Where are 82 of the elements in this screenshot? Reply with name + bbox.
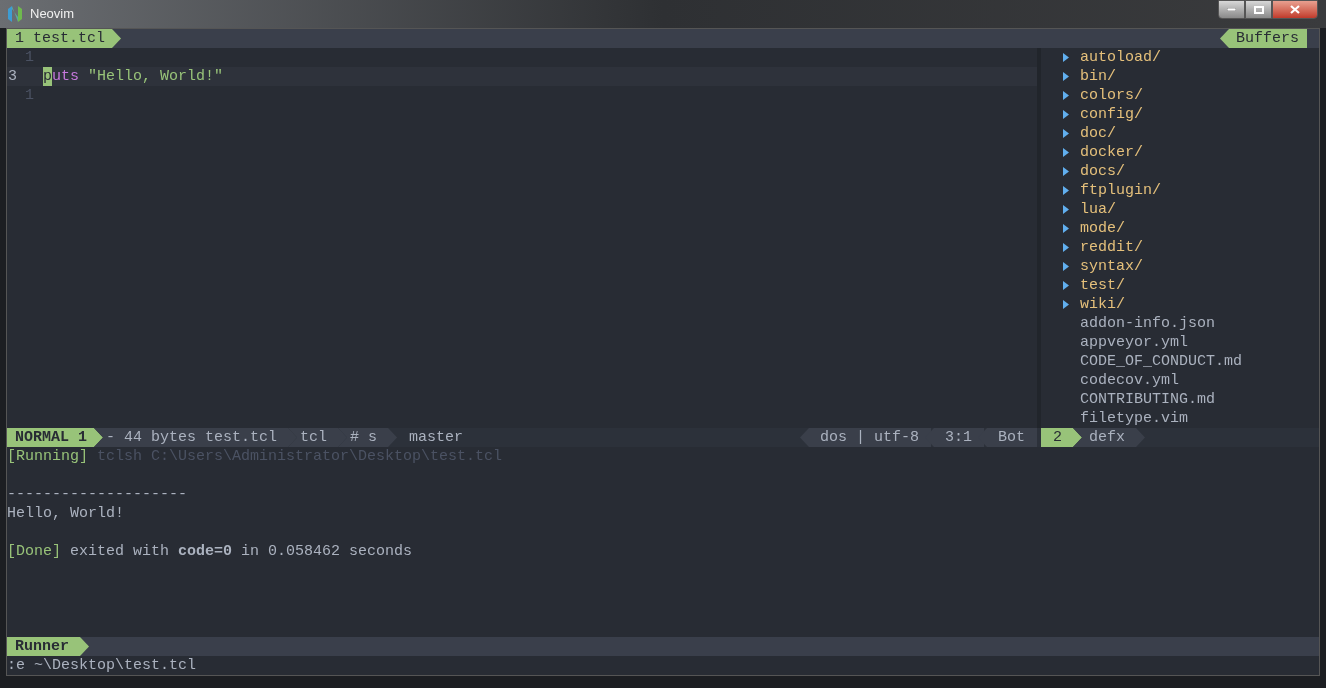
mode-indicator: NORMAL 1 — [7, 428, 103, 447]
tree-item[interactable]: ftplugin/ — [1063, 181, 1319, 200]
folder-name: wiki/ — [1080, 295, 1125, 314]
folder-arrow-icon — [1063, 262, 1069, 271]
tree-item[interactable]: wiki/ — [1063, 295, 1319, 314]
tree-item[interactable]: syntax/ — [1063, 257, 1319, 276]
status-segment: defx — [1073, 428, 1146, 447]
folder-name: autoload/ — [1080, 48, 1161, 67]
tree-item[interactable]: filetype.vim — [1063, 409, 1319, 428]
tree-item[interactable]: docs/ — [1063, 162, 1319, 181]
folder-arrow-icon — [1063, 243, 1069, 252]
minimize-button[interactable] — [1218, 0, 1245, 19]
file-name: filetype.vim — [1080, 409, 1189, 428]
maximize-button[interactable] — [1245, 0, 1272, 19]
folder-name: syntax/ — [1080, 257, 1143, 276]
folder-name: colors/ — [1080, 86, 1143, 105]
folder-name: docker/ — [1080, 143, 1143, 162]
tree-item[interactable]: appveyor.yml — [1063, 333, 1319, 352]
file-name: codecov.yml — [1080, 371, 1180, 390]
tree-item[interactable]: test/ — [1063, 276, 1319, 295]
folder-name: ftplugin/ — [1080, 181, 1161, 200]
tree-item[interactable]: config/ — [1063, 105, 1319, 124]
tree-item[interactable]: CODE_OF_CONDUCT.md — [1063, 352, 1319, 371]
folder-name: doc/ — [1080, 124, 1116, 143]
runner-label: Runner — [7, 637, 89, 656]
status-segment: # s — [338, 428, 398, 447]
command-line[interactable]: :e ~\Desktop\test.tcl — [7, 656, 1319, 675]
folder-arrow-icon — [1063, 224, 1069, 233]
output-text: -------------------- — [7, 485, 188, 504]
status-segment: dos | utf-8 — [799, 428, 931, 447]
code-token: uts — [52, 67, 80, 86]
folder-name: config/ — [1080, 105, 1143, 124]
tree-item[interactable]: doc/ — [1063, 124, 1319, 143]
file-name: CODE_OF_CONDUCT.md — [1080, 352, 1243, 371]
folder-name: test/ — [1080, 276, 1125, 295]
output-text: exited with code=0 in 0.058462 seconds — [70, 542, 413, 561]
status-segment: - 44 bytes test.tcl — [94, 428, 298, 447]
buffers-label: Buffers — [1220, 29, 1307, 48]
folder-name: reddit/ — [1080, 238, 1143, 257]
tree-item[interactable]: bin/ — [1063, 67, 1319, 86]
file-name: appveyor.yml — [1080, 333, 1189, 352]
window-number: 2 — [1041, 428, 1082, 447]
folder-arrow-icon — [1063, 53, 1069, 62]
tree-item[interactable]: colors/ — [1063, 86, 1319, 105]
folder-arrow-icon — [1063, 148, 1069, 157]
file-name: CONTRIBUTING.md — [1080, 390, 1216, 409]
output-tag: [Done] — [7, 542, 61, 561]
tree-item[interactable]: codecov.yml — [1063, 371, 1319, 390]
tree-item[interactable]: CONTRIBUTING.md — [1063, 390, 1319, 409]
folder-name: lua/ — [1080, 200, 1116, 219]
tree-item[interactable]: docker/ — [1063, 143, 1319, 162]
folder-name: bin/ — [1080, 67, 1116, 86]
close-icon — [1290, 5, 1300, 14]
output-tag: [Running] — [7, 447, 88, 466]
tree-item[interactable]: mode/ — [1063, 219, 1319, 238]
file-name: addon-info.json — [1080, 314, 1216, 333]
folder-arrow-icon — [1063, 91, 1069, 100]
folder-arrow-icon — [1063, 300, 1069, 309]
output-text: Hello, World! — [7, 504, 125, 523]
folder-arrow-icon — [1063, 281, 1069, 290]
code-token: "Hello, World!" — [88, 67, 224, 86]
maximize-icon — [1253, 5, 1264, 14]
folder-arrow-icon — [1063, 205, 1069, 214]
status-text: master — [408, 428, 464, 447]
buffer-tab[interactable]: 1 test.tcl — [7, 29, 121, 48]
folder-arrow-icon — [1063, 72, 1069, 81]
folder-name: docs/ — [1080, 162, 1125, 181]
line-number: 3 — [7, 67, 18, 86]
folder-arrow-icon — [1063, 186, 1069, 195]
window-title: Neovim — [30, 5, 75, 24]
folder-arrow-icon — [1063, 129, 1069, 138]
folder-arrow-icon — [1063, 167, 1069, 176]
folder-arrow-icon — [1063, 110, 1069, 119]
tree-item[interactable]: autoload/ — [1063, 48, 1319, 67]
tree-item[interactable]: addon-info.json — [1063, 314, 1319, 333]
cursor: p — [43, 67, 52, 86]
close-button[interactable] — [1272, 0, 1318, 19]
tree-item[interactable]: reddit/ — [1063, 238, 1319, 257]
app-logo-icon — [8, 6, 22, 22]
folder-name: mode/ — [1080, 219, 1125, 238]
minimize-icon — [1227, 8, 1236, 11]
tree-item[interactable]: lua/ — [1063, 200, 1319, 219]
